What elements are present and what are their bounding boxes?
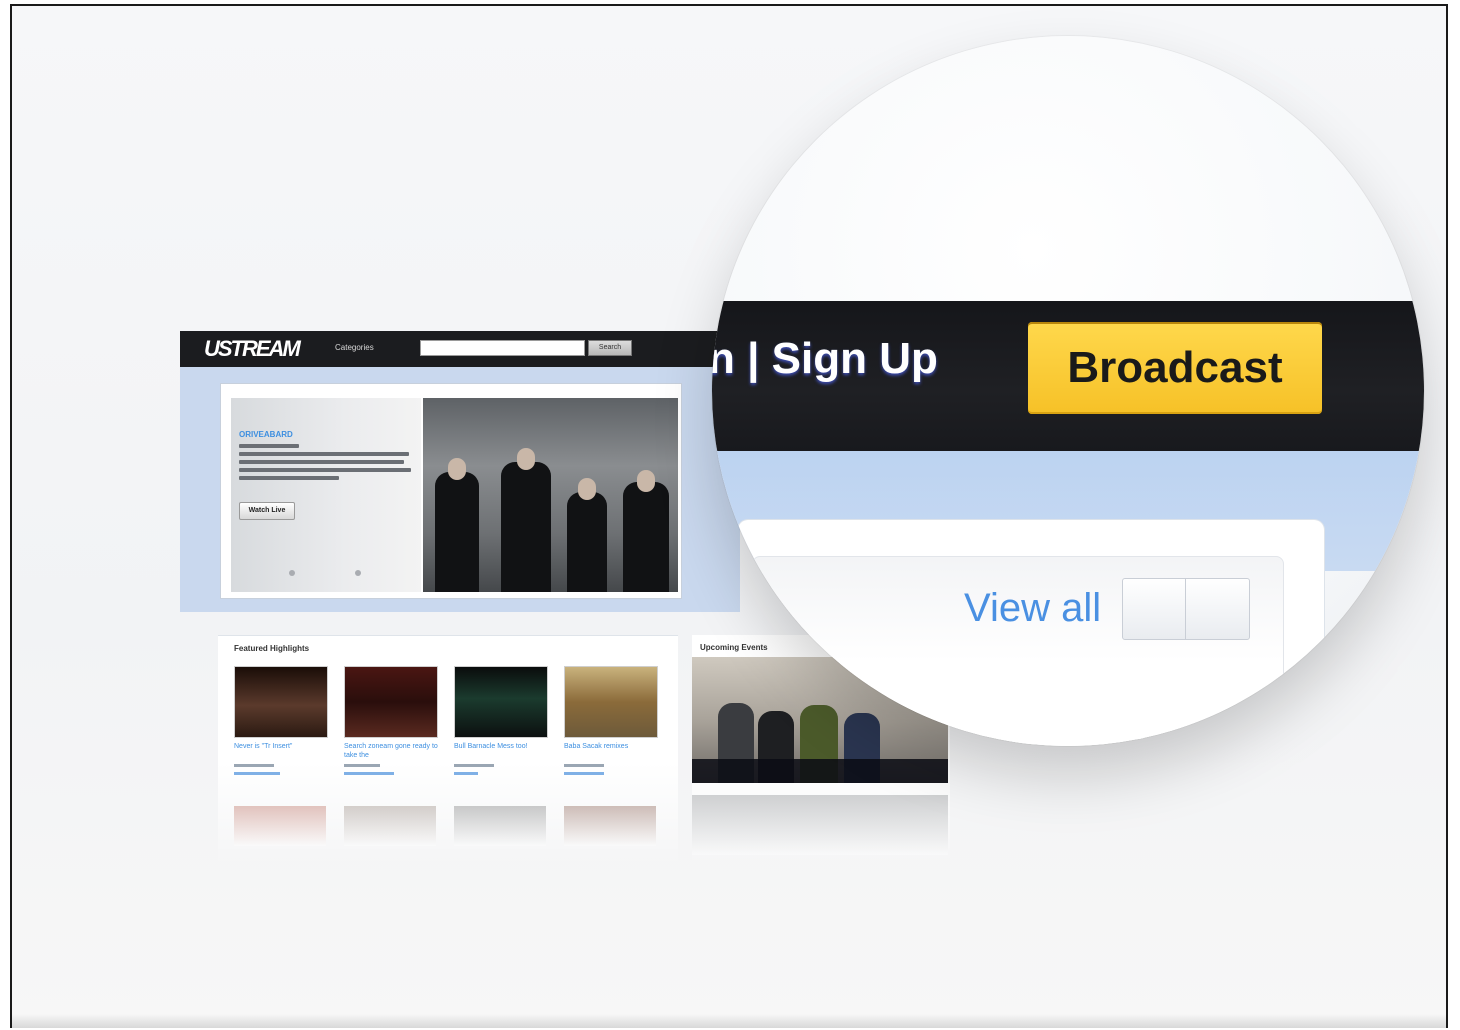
preview-hero-photo (423, 398, 678, 592)
band-member (578, 478, 596, 500)
video-meta (564, 772, 604, 775)
video-meta (454, 772, 478, 775)
video-title[interactable]: Baba Sacak remixes (564, 742, 658, 751)
band-member (448, 458, 466, 480)
video-thumbnail (344, 806, 436, 846)
video-thumbnail[interactable] (344, 666, 438, 738)
bottom-shadow (12, 1014, 1446, 1028)
preview-hero-info: ORIVEABARD Watch Live (231, 398, 421, 592)
event-photo (692, 795, 948, 855)
preview-search-input[interactable] (420, 340, 585, 356)
band-member (623, 482, 669, 592)
band-member (501, 462, 551, 592)
preview-featured-panel: Featured Highlights Never is "Tr Insert"… (218, 635, 678, 866)
video-thumbnail[interactable] (234, 666, 328, 738)
event-caption (692, 759, 948, 783)
hero-frame: USTREAM Categories Search ORIVEABARD Wat… (10, 4, 1448, 1028)
preview-hero-text (239, 468, 411, 472)
band-member (435, 472, 479, 592)
featured-label: Featured Highlights (234, 644, 310, 653)
video-meta (234, 764, 274, 767)
pager-divider (1185, 579, 1186, 639)
video-thumbnail[interactable] (454, 666, 548, 738)
preview-header: USTREAM Categories Search (180, 331, 780, 367)
preview-logo: USTREAM (204, 336, 301, 361)
view-all-link[interactable]: View all (964, 586, 1101, 631)
video-title[interactable]: Search zoneam gone ready to take the (344, 742, 438, 760)
pager-control[interactable] (1122, 578, 1250, 640)
preview-watch-button[interactable]: Watch Live (239, 502, 295, 520)
magnifier: n | Sign Up Broadcast View all (712, 36, 1424, 746)
carousel-dot[interactable] (289, 570, 295, 576)
band-member (637, 470, 655, 492)
preview-hero-text (239, 452, 409, 456)
video-thumbnail[interactable] (564, 666, 658, 738)
video-meta (344, 764, 380, 767)
video-thumbnail (564, 806, 656, 846)
video-meta (454, 764, 494, 767)
sign-up-link[interactable]: n | Sign Up (712, 334, 938, 384)
broadcast-button[interactable]: Broadcast (1028, 322, 1322, 414)
preview-hero-text (239, 476, 339, 480)
video-meta (234, 772, 280, 775)
video-title[interactable]: Bull Barnacle Mess too! (454, 742, 548, 751)
preview-hero-title[interactable]: ORIVEABARD (239, 430, 293, 439)
carousel-dot[interactable] (355, 570, 361, 576)
preview-hero-text (239, 460, 404, 464)
video-meta (344, 772, 394, 775)
video-thumbnail (234, 806, 326, 846)
video-title[interactable]: Never is "Tr Insert" (234, 742, 328, 751)
band-member (517, 448, 535, 470)
video-thumbnail (454, 806, 546, 846)
preview-hero-text (239, 444, 299, 448)
preview-hero: ORIVEABARD Watch Live (220, 383, 682, 599)
preview-search-button[interactable]: Search (588, 340, 632, 356)
preview-categories-link[interactable]: Categories (335, 343, 374, 352)
band-member (567, 492, 607, 592)
video-meta (564, 764, 604, 767)
